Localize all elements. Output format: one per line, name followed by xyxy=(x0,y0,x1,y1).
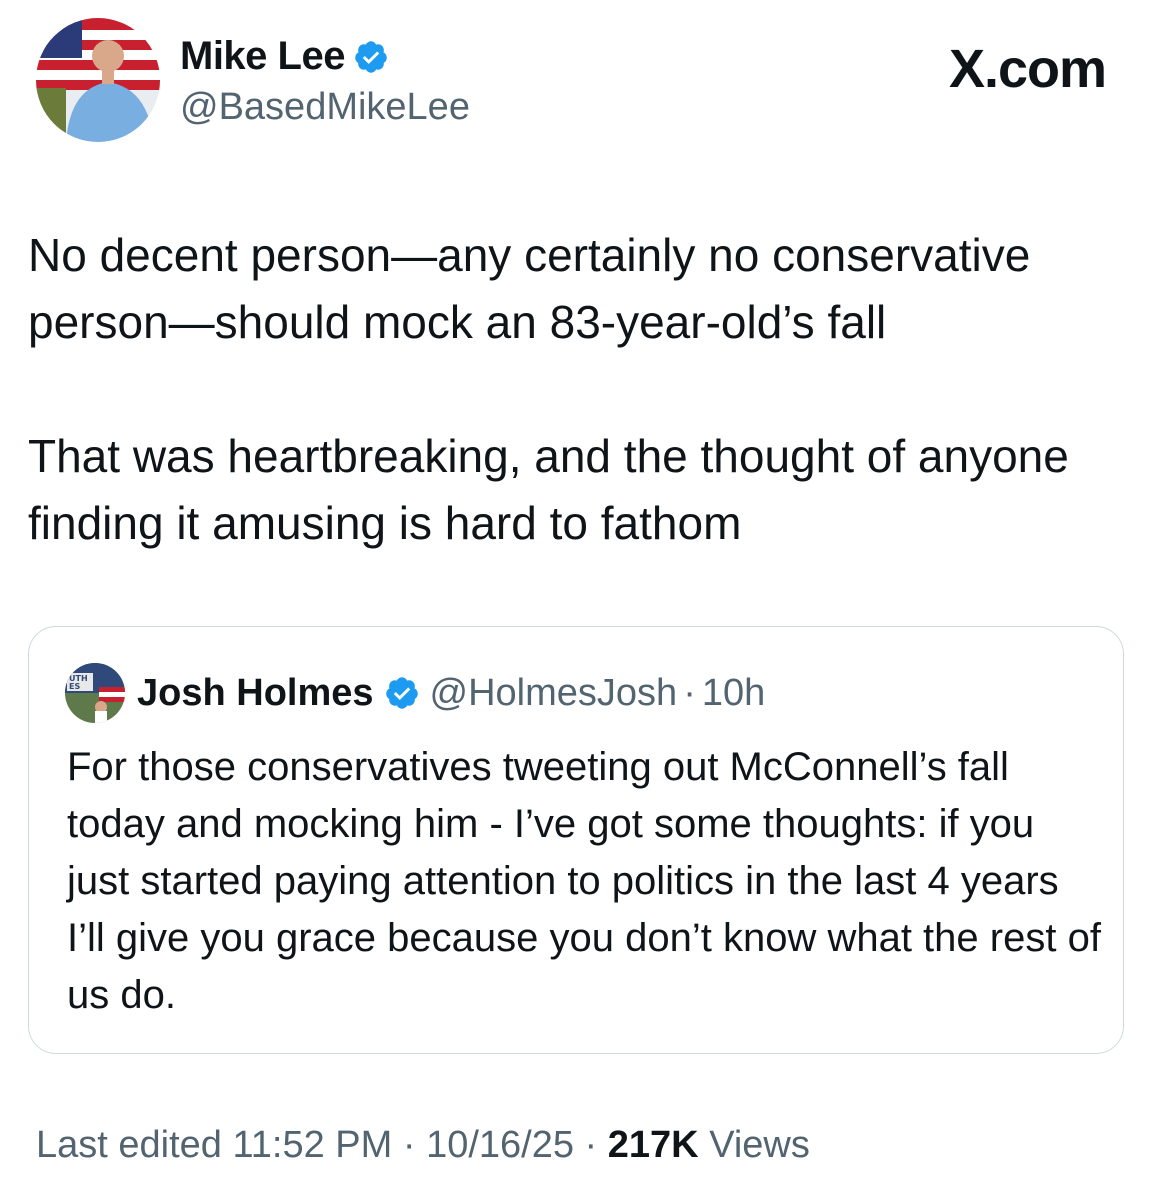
quoted-tweet-card[interactable]: UTH ES Josh Holmes @HolmesJosh · 10h For… xyxy=(28,626,1124,1054)
quoted-author-handle[interactable]: @HolmesJosh xyxy=(430,672,678,715)
svg-text:ES: ES xyxy=(69,682,80,691)
tweet-body: No decent person—any certainly no conser… xyxy=(28,222,1128,557)
author-avatar[interactable] xyxy=(36,18,160,142)
quoted-tweet-header: UTH ES Josh Holmes @HolmesJosh · 10h xyxy=(65,663,765,723)
quoted-timestamp[interactable]: 10h xyxy=(702,672,765,715)
quoted-author-name[interactable]: Josh Holmes xyxy=(137,672,374,715)
views-count: 217K xyxy=(607,1124,699,1166)
tweet-footer: Last edited 11:52 PM · 10/16/25 · 217K V… xyxy=(36,1124,810,1167)
author-handle[interactable]: @BasedMikeLee xyxy=(180,86,470,129)
author-name[interactable]: Mike Lee xyxy=(180,34,345,79)
tweet-paragraph-1: No decent person—any certainly no conser… xyxy=(28,229,1031,348)
quoted-verified-badge-icon xyxy=(384,675,420,711)
author-name-row: Mike Lee xyxy=(180,34,389,79)
quoted-author-avatar[interactable]: UTH ES xyxy=(65,663,125,723)
site-logo: X.com xyxy=(948,39,1107,99)
tweet-header: Mike Lee @BasedMikeLee X.com xyxy=(30,18,1130,148)
quoted-tweet-text: For those conservatives tweeting out McC… xyxy=(67,745,1101,1017)
verified-badge-icon xyxy=(353,39,389,75)
views-label: Views xyxy=(709,1124,810,1166)
quoted-meta-separator: · xyxy=(683,671,696,714)
tweet-paragraph-2: That was heartbreaking, and the thought … xyxy=(28,430,1069,549)
edited-timestamp[interactable]: Last edited 11:52 PM · 10/16/25 · xyxy=(36,1124,597,1166)
